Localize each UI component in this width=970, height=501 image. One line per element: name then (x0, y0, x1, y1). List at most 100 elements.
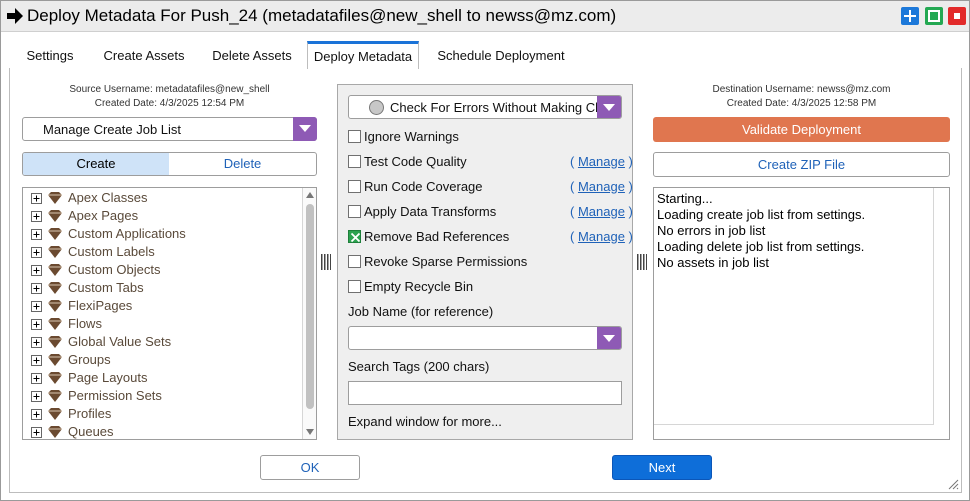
option-checkbox[interactable] (348, 130, 361, 143)
option-row: Revoke Sparse Permissions (348, 253, 628, 271)
metadata-type-icon (48, 354, 62, 366)
check-x-icon (350, 232, 361, 243)
manage-link[interactable]: Manage (578, 154, 625, 169)
ok-button[interactable]: OK (260, 455, 360, 480)
tab-create-assets[interactable]: Create Assets (93, 41, 195, 68)
expand-plus-icon[interactable] (31, 301, 42, 312)
option-label: Revoke Sparse Permissions (364, 254, 528, 269)
metadata-type-tree[interactable]: Apex Classes Apex Pages Custom Application… (22, 187, 317, 440)
job-list-dropdown-value: Manage Create Job List (43, 122, 182, 137)
chevron-down-icon (299, 125, 311, 132)
option-label: Run Code Coverage (364, 179, 483, 194)
option-label: Test Code Quality (364, 154, 467, 169)
job-list-dropdown[interactable]: Manage Create Job List (22, 117, 317, 141)
manage-link[interactable]: Manage (578, 204, 625, 219)
plus-icon (904, 10, 916, 22)
tab-delete-assets[interactable]: Delete Assets (201, 41, 303, 68)
metadata-type-icon (48, 210, 62, 222)
log-line: No errors in job list (657, 223, 766, 238)
tab-deploy-metadata[interactable]: Deploy Metadata (307, 41, 419, 69)
delete-toggle-button[interactable]: Delete (169, 153, 316, 175)
right-splitter-handle[interactable] (637, 254, 647, 270)
tree-item-label: FlexiPages (68, 298, 133, 313)
log-line: Starting... (657, 191, 713, 206)
create-zip-button[interactable]: Create ZIP File (653, 152, 950, 177)
maximize-button[interactable] (901, 7, 919, 25)
scroll-down-icon[interactable] (306, 429, 314, 435)
job-name-label: Job Name (for reference) (348, 304, 494, 319)
metadata-type-icon (48, 318, 62, 330)
expand-plus-icon[interactable] (31, 319, 42, 330)
option-checkbox[interactable] (348, 155, 361, 168)
option-row: Apply Data Transforms ( Manage ) (348, 203, 633, 221)
dropdown-toggle[interactable] (597, 327, 621, 349)
scroll-thumb[interactable] (306, 204, 314, 409)
expand-plus-icon[interactable] (31, 391, 42, 402)
tab-bar: Settings Create Assets Delete Assets Dep… (9, 41, 962, 69)
tab-settings[interactable]: Settings (15, 41, 85, 68)
deploy-mode-value: Check For Errors Without Making Changes (390, 100, 600, 115)
close-button[interactable] (948, 7, 966, 25)
deploy-options-panel: Check For Errors Without Making Changes … (337, 84, 633, 440)
expand-plus-icon[interactable] (31, 193, 42, 204)
expand-plus-icon[interactable] (31, 337, 42, 348)
expand-plus-icon[interactable] (31, 229, 42, 240)
tree-item-label: Custom Tabs (68, 280, 144, 295)
expand-plus-icon[interactable] (31, 427, 42, 438)
job-name-combo[interactable] (348, 326, 622, 350)
expand-plus-icon[interactable] (31, 409, 42, 420)
option-checkbox[interactable] (348, 255, 361, 268)
expand-plus-icon[interactable] (31, 247, 42, 258)
metadata-type-icon (48, 408, 62, 420)
metadata-type-icon (48, 228, 62, 240)
log-scrollbar[interactable] (933, 188, 949, 425)
metadata-type-icon (48, 264, 62, 276)
source-username: Source Username: metadatafiles@new_shell (69, 84, 270, 95)
option-checkbox[interactable] (348, 180, 361, 193)
log-line: No assets in job list (657, 255, 769, 270)
title-bar[interactable]: Deploy Metadata For Push_24 (metadatafil… (1, 1, 969, 32)
next-button[interactable]: Next (612, 455, 712, 480)
metadata-type-icon (48, 192, 62, 204)
manage-link[interactable]: Manage (578, 179, 625, 194)
search-tags-label: Search Tags (200 chars) (348, 359, 490, 374)
deployment-log[interactable]: Starting... Loading create job list from … (653, 187, 950, 440)
tree-item-label: Page Layouts (68, 370, 148, 385)
resize-grip-icon[interactable] (947, 478, 959, 490)
search-tags-input[interactable] (348, 381, 622, 405)
option-label: Empty Recycle Bin (364, 279, 474, 294)
restore-button[interactable] (925, 7, 943, 25)
log-divider (654, 424, 933, 425)
create-toggle-button[interactable]: Create (23, 153, 169, 175)
metadata-type-icon (48, 390, 62, 402)
stop-icon (954, 13, 960, 19)
deploy-mode-dropdown[interactable]: Check For Errors Without Making Changes (348, 95, 622, 119)
left-splitter-handle[interactable] (321, 254, 331, 270)
option-checkbox[interactable] (348, 230, 361, 243)
option-checkbox[interactable] (348, 205, 361, 218)
tab-schedule-deployment[interactable]: Schedule Deployment (431, 41, 571, 68)
tree-item-label: Profiles (68, 406, 112, 421)
metadata-type-icon (48, 300, 62, 312)
expand-plus-icon[interactable] (31, 373, 42, 384)
expand-plus-icon[interactable] (31, 265, 42, 276)
scroll-up-icon[interactable] (306, 192, 314, 198)
log-line: Loading create job list from settings. (657, 207, 866, 222)
metadata-type-icon (48, 336, 62, 348)
expand-plus-icon[interactable] (31, 211, 42, 222)
option-label: Ignore Warnings (364, 129, 459, 144)
destination-created-date: Created Date: 4/3/2025 12:58 PM (726, 98, 877, 109)
dropdown-toggle[interactable] (293, 117, 317, 141)
validate-deployment-button[interactable]: Validate Deployment (653, 117, 950, 142)
expand-plus-icon[interactable] (31, 283, 42, 294)
tree-scrollbar[interactable] (302, 188, 316, 439)
metadata-type-icon (48, 246, 62, 258)
expand-plus-icon[interactable] (31, 355, 42, 366)
chevron-down-icon (603, 335, 615, 342)
manage-link[interactable]: Manage (578, 229, 625, 244)
dropdown-toggle[interactable] (597, 96, 621, 118)
manage-link-group: ( Manage ) (570, 204, 633, 219)
option-row: Run Code Coverage ( Manage ) (348, 178, 633, 196)
metadata-type-icon (48, 372, 62, 384)
option-checkbox[interactable] (348, 280, 361, 293)
